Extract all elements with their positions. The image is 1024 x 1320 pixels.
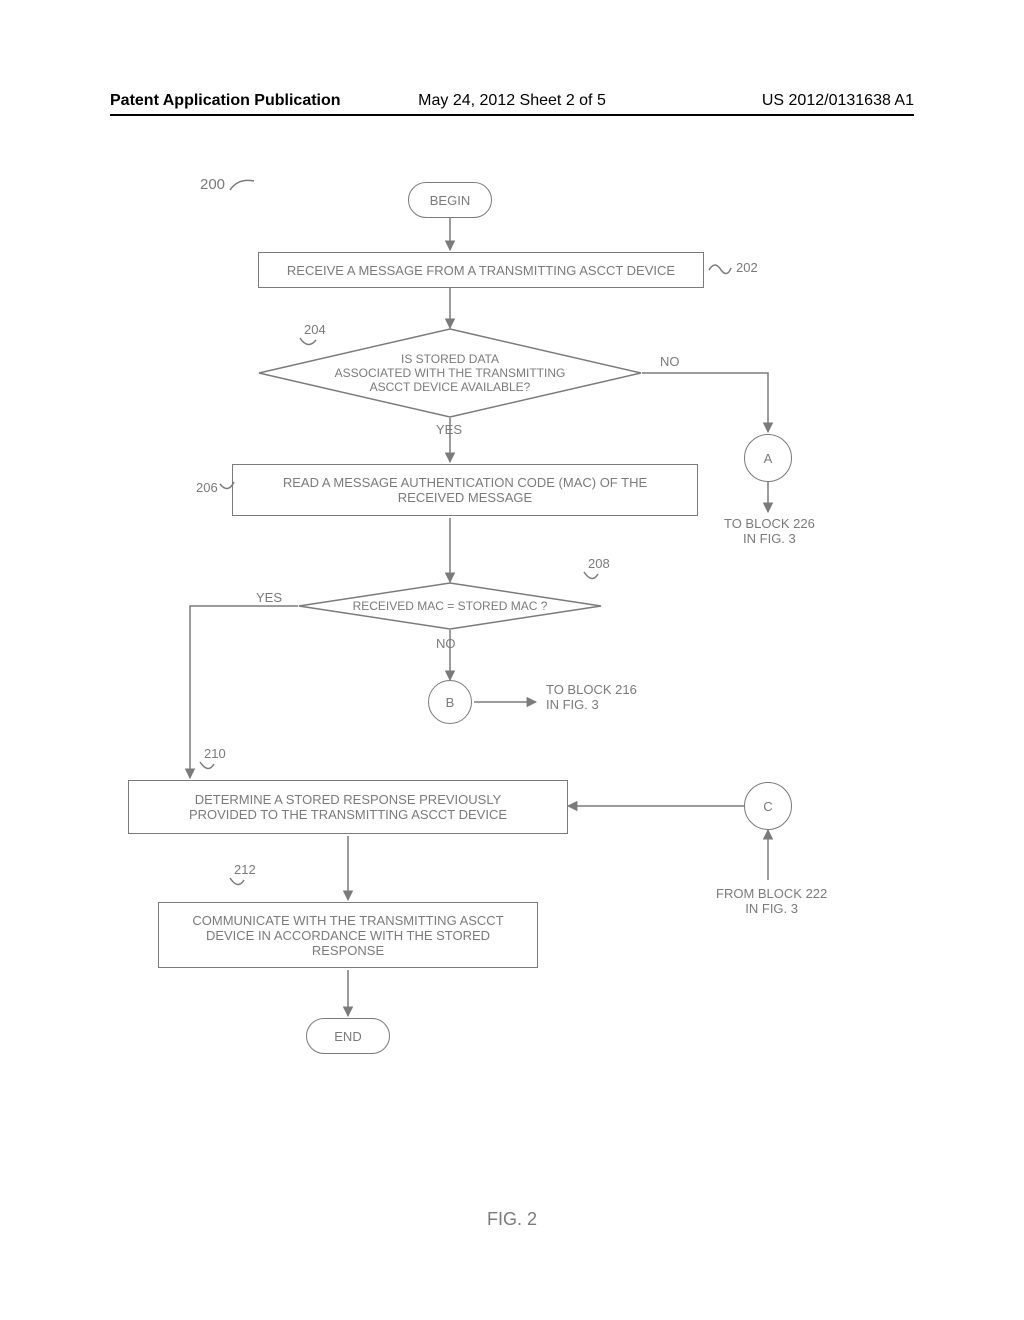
figure-ref-200: 200 (200, 176, 225, 193)
scribble-icon (298, 336, 318, 352)
decision-208-text: RECEIVED MAC = STORED MAC ? (298, 582, 602, 630)
header-right: US 2012/0131638 A1 (646, 92, 914, 110)
block-210: DETERMINE A STORED RESPONSE PREVIOUSLY P… (128, 780, 568, 834)
connector-a-to: TO BLOCK 226 IN FIG. 3 (724, 516, 815, 546)
ref-204: 204 (304, 322, 326, 337)
scribble-icon (228, 876, 246, 892)
ref-206: 206 (196, 480, 218, 495)
connector-b-to: TO BLOCK 216 IN FIG. 3 (546, 682, 637, 712)
terminator-begin: BEGIN (408, 182, 492, 218)
ref-208: 208 (588, 556, 610, 571)
label-no-208: NO (436, 636, 456, 651)
header-left: Patent Application Publication (110, 92, 378, 110)
page-header: Patent Application Publication May 24, 2… (110, 80, 914, 116)
block-210-text: DETERMINE A STORED RESPONSE PREVIOUSLY P… (189, 792, 507, 822)
flow-arrows (0, 0, 1024, 1320)
block-206: READ A MESSAGE AUTHENTICATION CODE (MAC)… (232, 464, 698, 516)
figure-caption: FIG. 2 (0, 1209, 1024, 1230)
header-middle: May 24, 2012 Sheet 2 of 5 (378, 92, 646, 110)
connector-c: C (744, 782, 792, 830)
decision-208: RECEIVED MAC = STORED MAC ? (298, 582, 602, 630)
label-no-204: NO (660, 354, 680, 369)
block-212-text: COMMUNICATE WITH THE TRANSMITTING ASCCT … (192, 913, 503, 958)
connector-a: A (744, 434, 792, 482)
scribble-icon (198, 760, 216, 776)
block-212: COMMUNICATE WITH THE TRANSMITTING ASCCT … (158, 902, 538, 968)
ref-210: 210 (204, 746, 226, 761)
label-yes-204: YES (436, 422, 462, 437)
block-202-text: RECEIVE A MESSAGE FROM A TRANSMITTING AS… (287, 263, 675, 278)
scribble-icon (228, 176, 258, 194)
block-202: RECEIVE A MESSAGE FROM A TRANSMITTING AS… (258, 252, 704, 288)
label-yes-208: YES (256, 590, 282, 605)
connector-c-from: FROM BLOCK 222 IN FIG. 3 (716, 886, 827, 916)
scribble-icon (707, 260, 733, 278)
scribble-icon (582, 570, 600, 586)
terminator-end: END (306, 1018, 390, 1054)
ref-212: 212 (234, 862, 256, 877)
block-206-text: READ A MESSAGE AUTHENTICATION CODE (MAC)… (283, 475, 647, 505)
scribble-icon (218, 480, 236, 496)
ref-202: 202 (736, 260, 758, 275)
connector-b: B (428, 680, 472, 724)
